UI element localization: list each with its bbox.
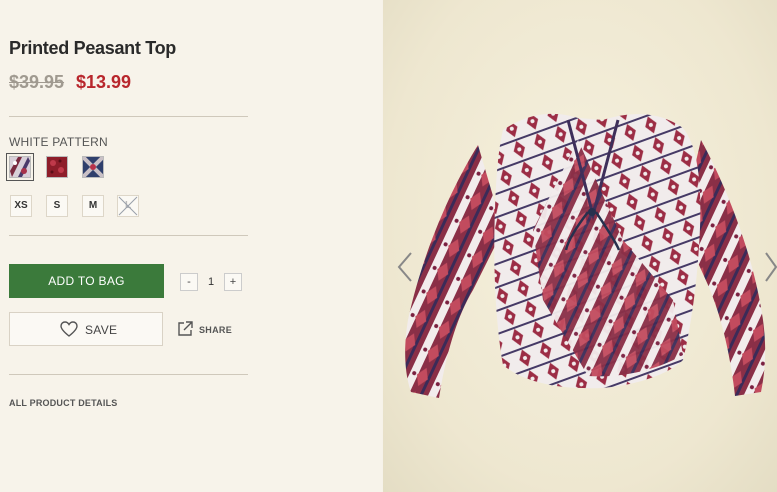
size-l-unavailable: L bbox=[117, 195, 139, 217]
product-title: Printed Peasant Top bbox=[9, 38, 176, 58]
chevron-left-icon[interactable] bbox=[396, 251, 414, 283]
save-label: SAVE bbox=[85, 323, 118, 337]
product-info-panel: Printed Peasant Top $39.95 $13.99 WHITE … bbox=[0, 0, 382, 492]
product-details-link[interactable]: ALL PRODUCT DETAILS bbox=[9, 398, 117, 408]
blouse-image bbox=[405, 113, 766, 398]
original-price: $39.95 bbox=[9, 72, 65, 92]
quantity-increase-button[interactable]: + bbox=[224, 273, 242, 291]
share-icon[interactable] bbox=[177, 321, 193, 337]
divider bbox=[9, 116, 248, 117]
quantity-decrease-button[interactable]: - bbox=[180, 273, 198, 291]
divider bbox=[9, 374, 248, 375]
size-m[interactable]: M bbox=[82, 195, 104, 217]
color-label: WHITE PATTERN bbox=[9, 135, 108, 149]
quantity-value: 1 bbox=[207, 276, 215, 288]
sale-price: $13.99 bbox=[76, 72, 132, 92]
save-button[interactable]: SAVE bbox=[9, 312, 163, 346]
size-s[interactable]: S bbox=[46, 195, 68, 217]
swatch-white-pattern[interactable] bbox=[6, 153, 34, 181]
share-link[interactable]: SHARE bbox=[199, 325, 232, 335]
swatch-navy-pattern[interactable] bbox=[81, 155, 105, 179]
swatch-red-pattern[interactable] bbox=[46, 156, 68, 178]
unavailable-cross-icon bbox=[118, 196, 138, 216]
product-image[interactable] bbox=[383, 0, 777, 492]
chevron-right-icon[interactable] bbox=[765, 251, 777, 283]
add-to-bag-button[interactable]: ADD TO BAG bbox=[9, 264, 164, 298]
heart-icon bbox=[60, 321, 78, 337]
size-xs[interactable]: XS bbox=[10, 195, 32, 217]
divider bbox=[9, 235, 248, 236]
blouse bbox=[405, 113, 766, 398]
